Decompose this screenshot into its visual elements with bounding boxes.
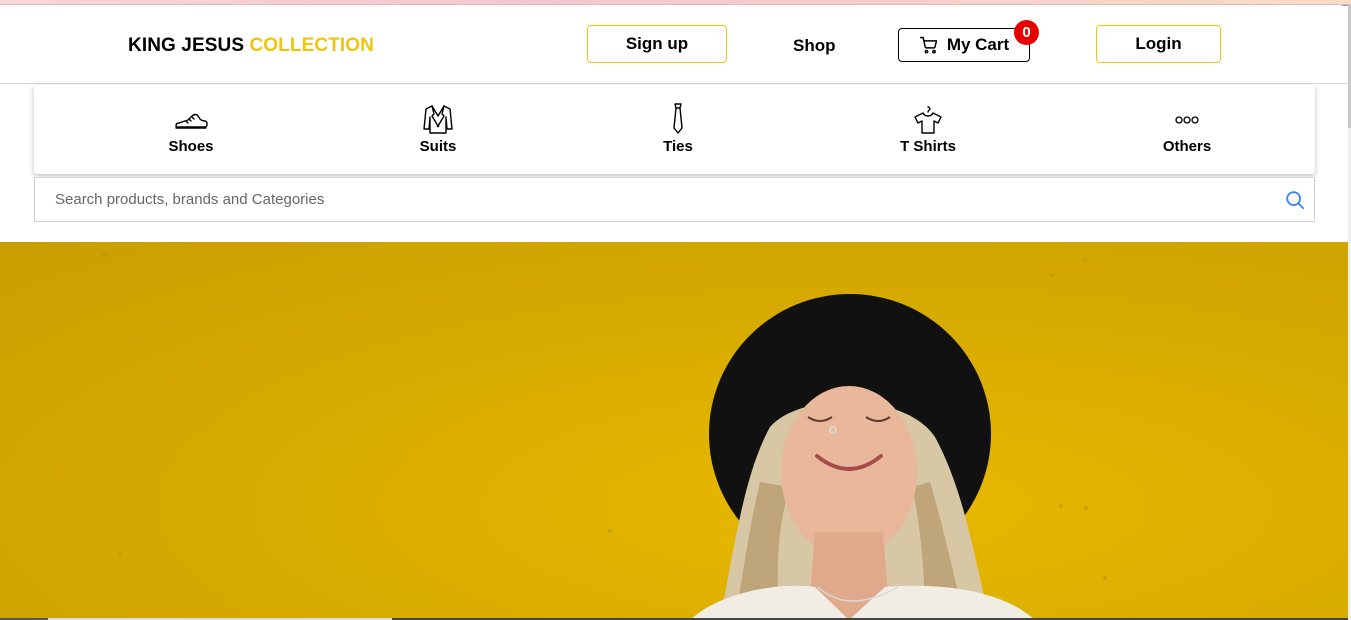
cart-label: My Cart [946,35,1010,54]
search-bar [34,177,1315,222]
more-icon [1175,116,1199,124]
category-ties-label: Ties [663,138,693,155]
search-input[interactable] [35,178,1275,221]
brand-logo[interactable]: KING JESUS COLLECTION [128,35,374,57]
category-others-label: Others [1162,138,1212,155]
logo-accent-text: COLLECTION [249,35,374,56]
suit-icon [423,105,453,134]
category-others[interactable]: Others [1154,85,1220,174]
category-tshirts-label: T Shirts [900,138,956,155]
login-button[interactable]: Login [1096,25,1221,63]
shoe-icon [175,113,208,129]
hero-banner [0,242,1348,620]
category-bar: Shoes Suits Ties T Shirts Others [34,85,1315,174]
category-shoes-label: Shoes [168,138,214,155]
site-header: KING JESUS COLLECTION Sign up Shop My Ca… [0,5,1348,84]
search-icon[interactable] [1284,189,1306,211]
signup-button[interactable]: Sign up [587,25,727,63]
my-cart-button[interactable]: My Cart [898,28,1030,62]
shop-link[interactable]: Shop [793,36,836,56]
hero-image [102,252,1107,620]
category-tshirts[interactable]: T Shirts [890,85,966,174]
cart-icon [919,36,938,54]
logo-main-text: KING JESUS [128,35,245,56]
category-ties[interactable]: Ties [646,85,710,174]
tie-icon [673,103,683,134]
category-suits[interactable]: Suits [406,85,470,174]
category-shoes[interactable]: Shoes [159,85,223,174]
cart-count-badge: 0 [1014,20,1039,45]
tshirt-icon [914,106,942,134]
category-suits-label: Suits [419,138,457,155]
